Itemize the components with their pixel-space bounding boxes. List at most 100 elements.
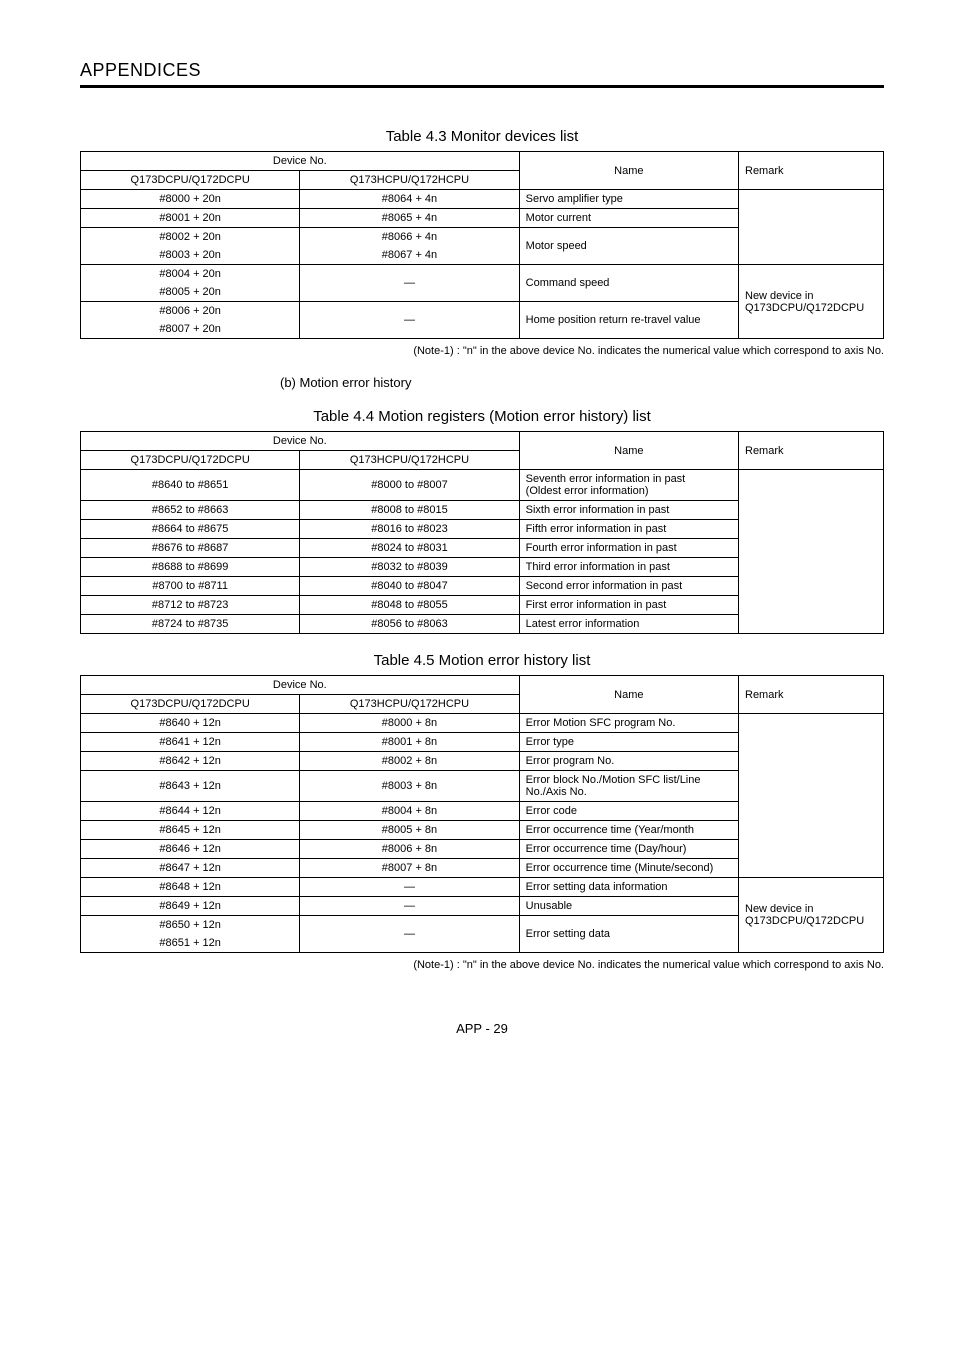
table-cell: #8065 + 4n bbox=[300, 209, 519, 228]
table-cell: #8676 to #8687 bbox=[81, 539, 300, 558]
table-cell: #8650 + 12n bbox=[81, 916, 300, 935]
table-cell: #8032 to #8039 bbox=[300, 558, 519, 577]
table-cell: #8724 to #8735 bbox=[81, 615, 300, 634]
table45-hdr-remark: Remark bbox=[739, 676, 884, 714]
table-cell: #8002 + 8n bbox=[300, 752, 519, 771]
table-cell: Error occurrence time (Day/hour) bbox=[519, 840, 738, 859]
table-cell: #8001 + 8n bbox=[300, 733, 519, 752]
table-cell: Error setting data information bbox=[519, 878, 738, 897]
table-cell: #8006 + 8n bbox=[300, 840, 519, 859]
table-cell: — bbox=[300, 265, 519, 302]
table-cell: #8664 to #8675 bbox=[81, 520, 300, 539]
table45-caption: Table 4.5 Motion error history list bbox=[80, 652, 884, 669]
table-cell: Servo amplifier type bbox=[519, 190, 738, 209]
table-cell: #8002 + 20n bbox=[81, 228, 300, 247]
table-cell: #8006 + 20n bbox=[81, 302, 300, 321]
table45-hdr-c1: Q173DCPU/Q172DCPU bbox=[81, 695, 300, 714]
table-cell: #8000 + 20n bbox=[81, 190, 300, 209]
table-cell: #8640 to #8651 bbox=[81, 470, 300, 501]
table-cell: #8005 + 20n bbox=[81, 283, 300, 302]
table44-hdr-remark: Remark bbox=[739, 432, 884, 470]
table-cell: #8645 + 12n bbox=[81, 821, 300, 840]
table-cell: #8652 to #8663 bbox=[81, 501, 300, 520]
table-cell: #8007 + 20n bbox=[81, 320, 300, 339]
table-cell: #8016 to #8023 bbox=[300, 520, 519, 539]
table-cell: Seventh error information in past (Oldes… bbox=[519, 470, 738, 501]
table-cell: #8003 + 8n bbox=[300, 771, 519, 802]
table-cell: Fourth error information in past bbox=[519, 539, 738, 558]
table-cell: #8651 + 12n bbox=[81, 934, 300, 953]
table-cell: Latest error information bbox=[519, 615, 738, 634]
table-cell: #8067 + 4n bbox=[300, 246, 519, 265]
table-cell: Home position return re-travel value bbox=[519, 302, 738, 339]
table-cell bbox=[739, 714, 884, 878]
table-cell: Error program No. bbox=[519, 752, 738, 771]
table43-note: (Note-1) : "n" in the above device No. i… bbox=[80, 345, 884, 357]
table-cell: #8000 + 8n bbox=[300, 714, 519, 733]
table45-hdr-c2: Q173HCPU/Q172HCPU bbox=[300, 695, 519, 714]
table-cell: #8647 + 12n bbox=[81, 859, 300, 878]
table-cell: Error occurrence time (Minute/second) bbox=[519, 859, 738, 878]
table43-hdr-device: Device No. bbox=[81, 152, 520, 171]
table-cell: #8066 + 4n bbox=[300, 228, 519, 247]
table45-hdr-name: Name bbox=[519, 676, 738, 714]
table-cell: Error Motion SFC program No. bbox=[519, 714, 738, 733]
table-cell: Sixth error information in past bbox=[519, 501, 738, 520]
table-cell: #8642 + 12n bbox=[81, 752, 300, 771]
table43-hdr-c1: Q173DCPU/Q172DCPU bbox=[81, 171, 300, 190]
table45-hdr-device: Device No. bbox=[81, 676, 520, 695]
table-cell: #8640 + 12n bbox=[81, 714, 300, 733]
table-cell: Unusable bbox=[519, 897, 738, 916]
table-cell: Error occurrence time (Year/month bbox=[519, 821, 738, 840]
table-cell: #8005 + 8n bbox=[300, 821, 519, 840]
table-cell: #8644 + 12n bbox=[81, 802, 300, 821]
table-cell: Motor current bbox=[519, 209, 738, 228]
table-cell bbox=[739, 470, 884, 634]
table-cell: Error setting data bbox=[519, 916, 738, 953]
table-cell: #8003 + 20n bbox=[81, 246, 300, 265]
table-cell: #8004 + 8n bbox=[300, 802, 519, 821]
table44-hdr-c2: Q173HCPU/Q172HCPU bbox=[300, 451, 519, 470]
table-cell: #8641 + 12n bbox=[81, 733, 300, 752]
table-cell: — bbox=[300, 878, 519, 897]
page-header: APPENDICES bbox=[80, 60, 884, 81]
table45: Device No. Name Remark Q173DCPU/Q172DCPU… bbox=[80, 675, 884, 953]
table43-hdr-c2: Q173HCPU/Q172HCPU bbox=[300, 171, 519, 190]
table-cell: #8700 to #8711 bbox=[81, 577, 300, 596]
table-cell: #8048 to #8055 bbox=[300, 596, 519, 615]
table-cell: #8649 + 12n bbox=[81, 897, 300, 916]
table-cell: #8040 to #8047 bbox=[300, 577, 519, 596]
table-cell: — bbox=[300, 897, 519, 916]
table-cell: New device in Q173DCPU/Q172DCPU bbox=[739, 878, 884, 953]
table43-hdr-remark: Remark bbox=[739, 152, 884, 190]
table-cell: #8024 to #8031 bbox=[300, 539, 519, 558]
table-cell: Error code bbox=[519, 802, 738, 821]
table-cell: Third error information in past bbox=[519, 558, 738, 577]
page-footer: APP - 29 bbox=[80, 1021, 884, 1036]
table43-caption: Table 4.3 Monitor devices list bbox=[80, 128, 884, 145]
table-cell: #8008 to #8015 bbox=[300, 501, 519, 520]
table-cell: Second error information in past bbox=[519, 577, 738, 596]
table-cell: #8712 to #8723 bbox=[81, 596, 300, 615]
subsection-b: (b) Motion error history bbox=[80, 375, 884, 390]
table-cell: Error type bbox=[519, 733, 738, 752]
table-cell: Motor speed bbox=[519, 228, 738, 265]
table-cell: #8643 + 12n bbox=[81, 771, 300, 802]
table-cell: New device in Q173DCPU/Q172DCPU bbox=[739, 265, 884, 339]
table43: Device No. Name Remark Q173DCPU/Q172DCPU… bbox=[80, 151, 884, 339]
table-cell: #8001 + 20n bbox=[81, 209, 300, 228]
table-cell: First error information in past bbox=[519, 596, 738, 615]
table-cell: Error block No./Motion SFC list/Line No.… bbox=[519, 771, 738, 802]
table-cell bbox=[739, 190, 884, 265]
table44: Device No. Name Remark Q173DCPU/Q172DCPU… bbox=[80, 431, 884, 634]
table-cell: — bbox=[300, 302, 519, 339]
table-cell: #8688 to #8699 bbox=[81, 558, 300, 577]
table-cell: #8004 + 20n bbox=[81, 265, 300, 284]
table-cell: #8064 + 4n bbox=[300, 190, 519, 209]
table44-caption: Table 4.4 Motion registers (Motion error… bbox=[80, 408, 884, 425]
table44-hdr-c1: Q173DCPU/Q172DCPU bbox=[81, 451, 300, 470]
table-cell: #8007 + 8n bbox=[300, 859, 519, 878]
table-cell: #8646 + 12n bbox=[81, 840, 300, 859]
table-cell: Command speed bbox=[519, 265, 738, 302]
table45-note: (Note-1) : "n" in the above device No. i… bbox=[80, 959, 884, 971]
